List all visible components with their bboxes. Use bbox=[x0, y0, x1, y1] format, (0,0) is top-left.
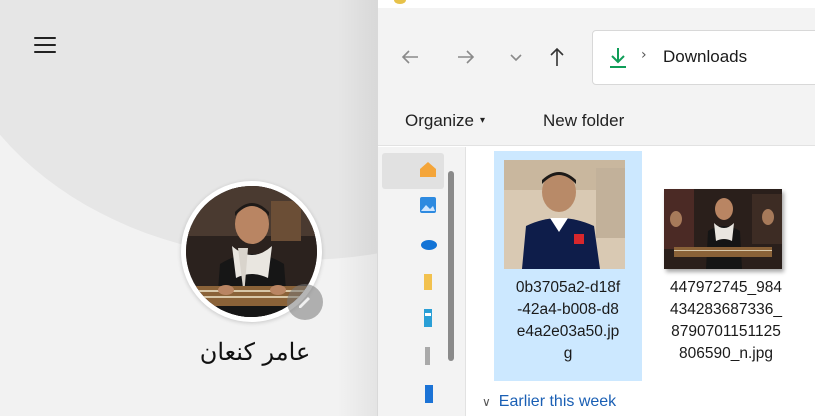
navigation-scrollbar[interactable] bbox=[448, 171, 454, 361]
caret-down-icon: ▾ bbox=[479, 115, 486, 126]
file-item[interactable]: 447972745_984 434283687336_ 879070115112… bbox=[652, 151, 800, 381]
profile-pane: عامر كنعان bbox=[0, 0, 377, 416]
address-bar[interactable]: › Downloads bbox=[592, 30, 815, 85]
dialog-top-strip bbox=[378, 0, 815, 8]
file-name-line: e4a2e03a50.jp bbox=[516, 323, 620, 340]
file-name-line: -42a4-b008-d8 bbox=[517, 301, 619, 318]
file-open-dialog: › Downloads Organize ▾ New folder 0b3705… bbox=[377, 0, 815, 416]
desktop-icon[interactable] bbox=[418, 307, 438, 327]
back-button[interactable] bbox=[398, 45, 422, 69]
arrow-left-icon bbox=[401, 50, 418, 64]
image-thumbnail bbox=[504, 160, 625, 269]
app-icon bbox=[394, 0, 406, 4]
edit-avatar-button[interactable] bbox=[287, 284, 323, 320]
downloads-icon[interactable] bbox=[418, 383, 438, 403]
arrow-right-icon bbox=[458, 50, 475, 64]
file-name-line: 447972745_984 bbox=[669, 279, 783, 296]
new-folder-button[interactable]: New folder bbox=[543, 111, 624, 131]
pencil-icon bbox=[299, 297, 310, 308]
navigation-pane bbox=[378, 147, 466, 416]
command-bar: Organize ▾ New folder bbox=[378, 98, 815, 146]
file-item[interactable]: 0b3705a2-d18f -42a4-b008-d8 e4a2e03a50.j… bbox=[494, 151, 642, 381]
screen: عامر كنعان › Downloads Organize ▾ New fo… bbox=[0, 0, 815, 416]
recent-locations-button[interactable] bbox=[504, 45, 528, 69]
navigation-bar: › Downloads bbox=[378, 8, 815, 98]
forward-button[interactable] bbox=[454, 45, 478, 69]
document-icon[interactable] bbox=[418, 345, 438, 365]
group-header-earlier-this-week[interactable]: ∨ Earlier this week bbox=[482, 393, 616, 411]
file-thumbnail bbox=[664, 189, 782, 269]
file-name-line: 806590_n.jpg bbox=[679, 345, 773, 362]
folder-icon[interactable] bbox=[418, 271, 438, 291]
hamburger-icon[interactable] bbox=[34, 37, 56, 53]
chevron-down-icon bbox=[510, 54, 522, 62]
group-header-label: Earlier this week bbox=[498, 393, 617, 410]
file-list: 0b3705a2-d18f -42a4-b008-d8 e4a2e03a50.j… bbox=[466, 147, 815, 416]
download-icon bbox=[610, 48, 626, 68]
file-name-line: 0b3705a2-d18f bbox=[515, 279, 621, 296]
onedrive-icon[interactable] bbox=[418, 233, 438, 253]
file-name-line: g bbox=[563, 345, 573, 362]
up-button[interactable] bbox=[545, 45, 569, 69]
file-thumbnail bbox=[504, 160, 625, 269]
file-name-line: 8790701151125 bbox=[671, 323, 781, 340]
breadcrumb-separator: › bbox=[641, 47, 647, 63]
chevron-down-icon: ∨ bbox=[482, 395, 491, 409]
file-name: 447972745_984 434283687336_ 879070115112… bbox=[652, 277, 800, 365]
arrow-up-icon bbox=[550, 47, 564, 66]
profile-name: عامر كنعان bbox=[199, 338, 311, 366]
file-name: 0b3705a2-d18f -42a4-b008-d8 e4a2e03a50.j… bbox=[494, 277, 642, 365]
organize-label: Organize bbox=[405, 111, 474, 130]
organize-button[interactable]: Organize ▾ bbox=[405, 111, 485, 131]
home-icon[interactable] bbox=[418, 159, 438, 179]
image-thumbnail bbox=[664, 189, 782, 269]
file-name-line: 434283687336_ bbox=[669, 301, 783, 318]
breadcrumb-downloads[interactable]: Downloads bbox=[663, 47, 747, 67]
gallery-icon[interactable] bbox=[418, 195, 438, 215]
pane-shadow bbox=[337, 0, 377, 416]
